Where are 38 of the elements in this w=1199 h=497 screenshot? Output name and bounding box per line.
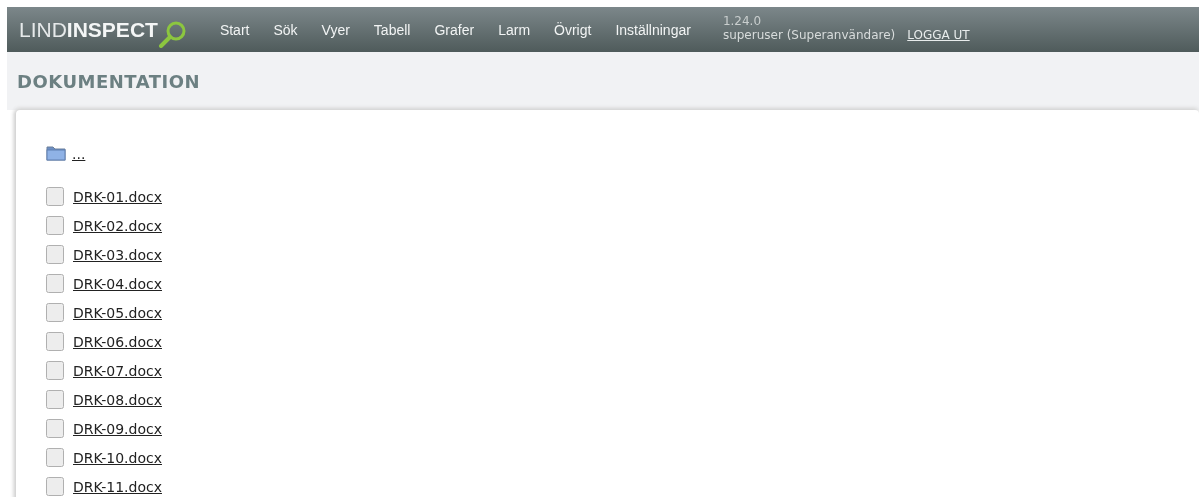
logo[interactable]: LINDINSPECT — [19, 17, 158, 42]
file-link[interactable]: DRK-05.docx — [70, 304, 162, 321]
file-link[interactable]: DRK-06.docx — [70, 333, 162, 350]
user-name: superuser (Superanvändare) — [722, 27, 896, 42]
file-link[interactable]: ... — [72, 146, 86, 162]
file-link[interactable]: DRK-02.docx — [70, 217, 162, 234]
file-link[interactable]: DRK-04.docx — [70, 275, 162, 292]
page-title: DOKUMENTATION — [17, 70, 201, 92]
file-icon — [46, 448, 64, 467]
file-link[interactable]: DRK-01.docx — [70, 188, 162, 205]
nav-link[interactable]: Grafer — [422, 21, 487, 38]
file-link[interactable]: DRK-10.docx — [70, 449, 162, 466]
file-link[interactable]: DRK-03.docx — [70, 246, 162, 263]
nav-link[interactable]: Tabell — [361, 21, 423, 38]
nav-link[interactable]: Larm — [486, 21, 543, 38]
file-link[interactable]: DRK-09.docx — [70, 420, 162, 437]
file-link[interactable]: DRK-08.docx — [70, 391, 162, 408]
nav-link[interactable]: Start — [207, 21, 262, 38]
file-icon — [46, 477, 64, 496]
nav-link[interactable]: Vyer — [309, 21, 362, 38]
magnifier-icon — [157, 19, 188, 48]
nav-link[interactable]: Inställningar — [603, 21, 703, 38]
file-icon — [46, 187, 64, 206]
folder-icon — [46, 143, 66, 161]
file-icon — [46, 332, 64, 351]
file-icon — [46, 361, 64, 380]
file-icon — [46, 419, 64, 438]
logout-link[interactable]: LOGGA UT — [907, 27, 970, 42]
file-icon — [46, 390, 64, 409]
file-link[interactable]: DRK-07.docx — [70, 362, 162, 379]
file-icon — [46, 274, 64, 293]
nav-link[interactable]: Sök — [261, 21, 310, 38]
file-icon — [46, 245, 64, 264]
nav-link[interactable]: Övrigt — [542, 21, 604, 38]
version-text: 1.24.0 — [722, 13, 763, 28]
file-link[interactable]: DRK-11.docx — [70, 478, 162, 495]
file-icon — [46, 216, 64, 235]
file-icon — [46, 303, 64, 322]
